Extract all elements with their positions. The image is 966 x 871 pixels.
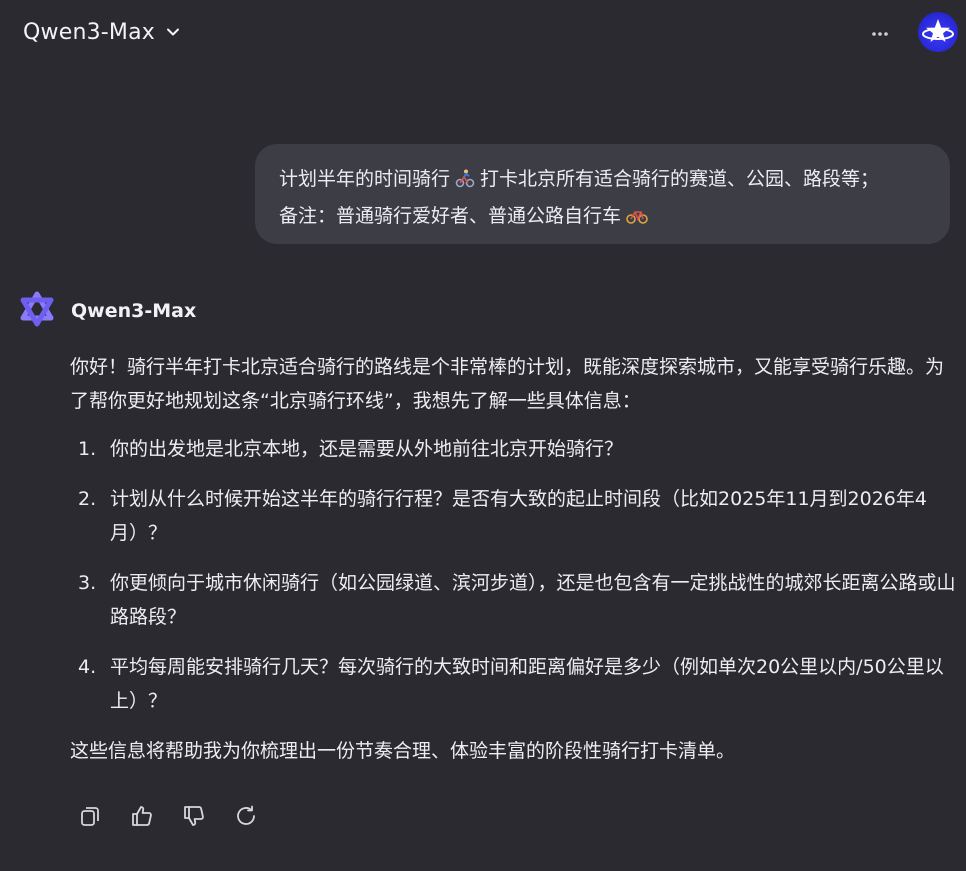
assistant-intro: 你好！骑行半年打卡北京适合骑行的路线是个非常棒的计划，既能深度探索城市，又能享受… — [70, 356, 945, 412]
person-biking-emoji-icon — [455, 165, 475, 199]
list-number: 2. — [78, 488, 97, 510]
more-options-button[interactable] — [866, 20, 894, 42]
user-message-bubble: 计划半年的时间骑行 打卡北京所有适合骑行的赛道、公园、路段等； 备注：普通骑行爱好… — [255, 144, 950, 244]
list-text: 平均每周能安排骑行几天？每次骑行的大致时间和距离偏好是多少（例如单次20公里以内… — [110, 656, 944, 712]
message-actions — [77, 803, 259, 829]
regenerate-icon — [237, 805, 255, 825]
star-avatar-icon — [922, 19, 954, 42]
list-number: 4. — [78, 656, 97, 678]
qwen-logo-icon — [17, 289, 57, 333]
question-list: 1. 你的出发地是北京本地，还是需要从外地前往北京开始骑行？ 2. 计划从什么时… — [70, 432, 960, 718]
bicycle-emoji-icon — [626, 202, 648, 236]
list-item: 3. 你更倾向于城市休闲骑行（如公园绿道、滨河步道），还是也包含有一定挑战性的城… — [70, 566, 960, 634]
user-message-text: 打卡北京所有适合骑行的赛道、公园、路段等； — [480, 168, 880, 190]
user-message-text: 计划半年的时间骑行 — [279, 168, 451, 190]
list-number: 1. — [78, 438, 97, 460]
list-item: 2. 计划从什么时候开始这半年的骑行行程？是否有大致的起止时间段（比如2025年… — [70, 482, 960, 550]
list-item: 1. 你的出发地是北京本地，还是需要从外地前往北京开始骑行？ — [70, 432, 960, 466]
assistant-name: Qwen3-Max — [71, 300, 197, 322]
regenerate-button[interactable] — [233, 803, 259, 829]
user-message-text: 备注：普通骑行爱好者、普通公路自行车 — [279, 205, 622, 227]
assistant-message: 你好！骑行半年打卡北京适合骑行的路线是个非常棒的计划，既能深度探索城市，又能享受… — [70, 350, 960, 768]
user-avatar[interactable] — [918, 12, 958, 52]
thumbs-down-button[interactable] — [181, 803, 207, 829]
thumbs-up-button[interactable] — [129, 803, 155, 829]
copy-icon — [81, 807, 99, 826]
top-bar: Qwen3-Max — [0, 0, 966, 64]
model-selector[interactable]: Qwen3-Max — [23, 14, 181, 50]
copy-button[interactable] — [77, 803, 103, 829]
chevron-down-icon — [165, 24, 181, 40]
thumbs-down-icon — [184, 806, 204, 826]
assistant-header: Qwen3-Max — [17, 290, 196, 332]
list-text: 你的出发地是北京本地，还是需要从外地前往北京开始骑行？ — [110, 438, 624, 460]
list-item: 4. 平均每周能安排骑行几天？每次骑行的大致时间和距离偏好是多少（例如单次20公… — [70, 650, 960, 718]
assistant-closing: 这些信息将帮助我为你梳理出一份节奏合理、体验丰富的阶段性骑行打卡清单。 — [70, 740, 736, 762]
list-text: 你更倾向于城市休闲骑行（如公园绿道、滨河步道），还是也包含有一定挑战性的城郊长距… — [110, 572, 956, 628]
thumbs-up-icon — [132, 806, 152, 826]
user-message-line-1: 计划半年的时间骑行 打卡北京所有适合骑行的赛道、公园、路段等； — [279, 162, 926, 199]
list-text: 计划从什么时候开始这半年的骑行行程？是否有大致的起止时间段（比如2025年11月… — [110, 488, 927, 544]
model-name: Qwen3-Max — [23, 19, 156, 45]
more-horizontal-icon — [871, 22, 889, 41]
list-number: 3. — [78, 572, 97, 594]
user-message-line-2: 备注：普通骑行爱好者、普通公路自行车 — [279, 199, 926, 236]
